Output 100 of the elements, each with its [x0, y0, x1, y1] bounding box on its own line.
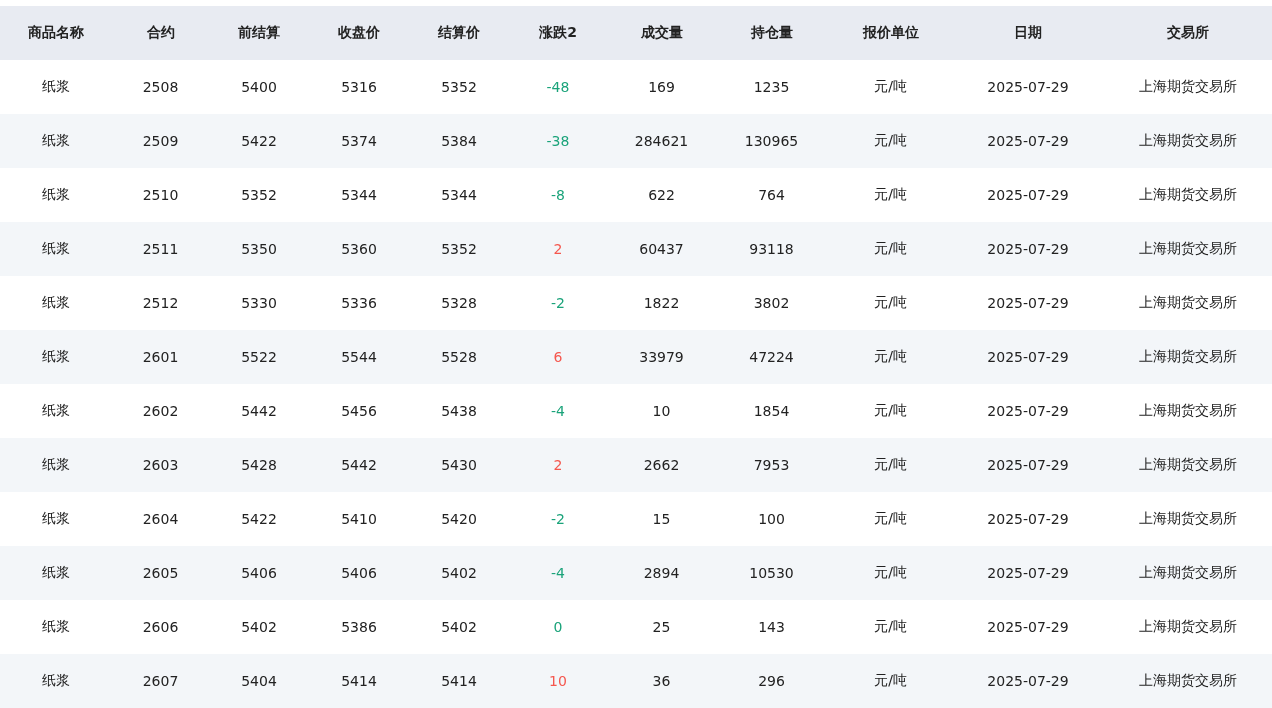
- table-cell: 上海期货交易所: [1103, 168, 1272, 222]
- table-cell: 上海期货交易所: [1103, 222, 1272, 276]
- table-cell: 2025-07-29: [953, 60, 1103, 114]
- table-cell: 2025-07-29: [953, 168, 1103, 222]
- table-cell: -2: [508, 276, 608, 330]
- table-cell: 纸浆: [0, 600, 111, 654]
- table-cell: 5316: [308, 60, 410, 114]
- table-cell: 5402: [210, 600, 308, 654]
- table-cell: 元/吨: [828, 114, 953, 168]
- table-cell: 5360: [308, 222, 410, 276]
- table-cell: -4: [508, 546, 608, 600]
- table-cell: 5442: [308, 438, 410, 492]
- table-cell: 1235: [715, 60, 828, 114]
- table-cell: 7953: [715, 438, 828, 492]
- table-cell: 纸浆: [0, 330, 111, 384]
- table-cell: 47224: [715, 330, 828, 384]
- table-cell: 元/吨: [828, 654, 953, 708]
- table-cell: 2602: [111, 384, 210, 438]
- table-cell: 36: [608, 654, 715, 708]
- table-cell: 2: [508, 438, 608, 492]
- table-cell: 5456: [308, 384, 410, 438]
- table-cell: 5442: [210, 384, 308, 438]
- table-cell: 上海期货交易所: [1103, 384, 1272, 438]
- table-cell: 6: [508, 330, 608, 384]
- table-cell: 60437: [608, 222, 715, 276]
- table-cell: 2025-07-29: [953, 654, 1103, 708]
- table-cell: 5404: [210, 654, 308, 708]
- table-cell: 上海期货交易所: [1103, 546, 1272, 600]
- table-cell: 284621: [608, 114, 715, 168]
- column-header: 涨跌2: [508, 6, 608, 60]
- table-cell: 2025-07-29: [953, 546, 1103, 600]
- table-cell: 上海期货交易所: [1103, 276, 1272, 330]
- column-header: 成交量: [608, 6, 715, 60]
- table-cell: 5352: [410, 222, 508, 276]
- table-cell: 纸浆: [0, 384, 111, 438]
- table-cell: 2510: [111, 168, 210, 222]
- table-cell: 2894: [608, 546, 715, 600]
- table-cell: 5374: [308, 114, 410, 168]
- table-cell: 元/吨: [828, 438, 953, 492]
- table-cell: 2603: [111, 438, 210, 492]
- table-cell: 2025-07-29: [953, 600, 1103, 654]
- table-cell: 上海期货交易所: [1103, 492, 1272, 546]
- column-header: 结算价: [410, 6, 508, 60]
- table-cell: 2601: [111, 330, 210, 384]
- table-cell: 100: [715, 492, 828, 546]
- table-cell: 元/吨: [828, 60, 953, 114]
- table-cell: 5410: [308, 492, 410, 546]
- column-header: 前结算: [210, 6, 308, 60]
- table-cell: 5430: [410, 438, 508, 492]
- table-cell: 5420: [410, 492, 508, 546]
- table-cell: 130965: [715, 114, 828, 168]
- table-cell: 上海期货交易所: [1103, 438, 1272, 492]
- column-header: 收盘价: [308, 6, 410, 60]
- table-cell: 5344: [410, 168, 508, 222]
- table-cell: 元/吨: [828, 276, 953, 330]
- table-cell: 上海期货交易所: [1103, 600, 1272, 654]
- table-cell: 2: [508, 222, 608, 276]
- table-cell: 764: [715, 168, 828, 222]
- table-cell: -4: [508, 384, 608, 438]
- table-cell: 5400: [210, 60, 308, 114]
- table-cell: 169: [608, 60, 715, 114]
- table-cell: -48: [508, 60, 608, 114]
- table-cell: 5414: [308, 654, 410, 708]
- table-cell: 5414: [410, 654, 508, 708]
- table-cell: 5352: [210, 168, 308, 222]
- table-cell: 纸浆: [0, 114, 111, 168]
- table-cell: 3802: [715, 276, 828, 330]
- table-cell: 纸浆: [0, 654, 111, 708]
- table-cell: 2025-07-29: [953, 438, 1103, 492]
- column-header: 合约: [111, 6, 210, 60]
- table-cell: 上海期货交易所: [1103, 654, 1272, 708]
- table-cell: 元/吨: [828, 600, 953, 654]
- table-cell: 5522: [210, 330, 308, 384]
- table-cell: 元/吨: [828, 330, 953, 384]
- column-header: 持仓量: [715, 6, 828, 60]
- table-cell: -2: [508, 492, 608, 546]
- table-cell: 2508: [111, 60, 210, 114]
- table-cell: 5544: [308, 330, 410, 384]
- table-cell: 2025-07-29: [953, 330, 1103, 384]
- table-cell: 5344: [308, 168, 410, 222]
- table-cell: 2025-07-29: [953, 384, 1103, 438]
- table-cell: -8: [508, 168, 608, 222]
- table-cell: 5336: [308, 276, 410, 330]
- table-cell: 5406: [308, 546, 410, 600]
- table-cell: 5428: [210, 438, 308, 492]
- table-cell: 296: [715, 654, 828, 708]
- table-cell: 纸浆: [0, 168, 111, 222]
- table-cell: 33979: [608, 330, 715, 384]
- table-cell: 2604: [111, 492, 210, 546]
- table-cell: 622: [608, 168, 715, 222]
- table-cell: 上海期货交易所: [1103, 60, 1272, 114]
- table-cell: 5350: [210, 222, 308, 276]
- table-cell: 纸浆: [0, 60, 111, 114]
- table-cell: 纸浆: [0, 492, 111, 546]
- table-cell: 0: [508, 600, 608, 654]
- table-cell: 5402: [410, 546, 508, 600]
- table-cell: 上海期货交易所: [1103, 330, 1272, 384]
- table-cell: 2025-07-29: [953, 492, 1103, 546]
- table-cell: 5402: [410, 600, 508, 654]
- table-cell: 1854: [715, 384, 828, 438]
